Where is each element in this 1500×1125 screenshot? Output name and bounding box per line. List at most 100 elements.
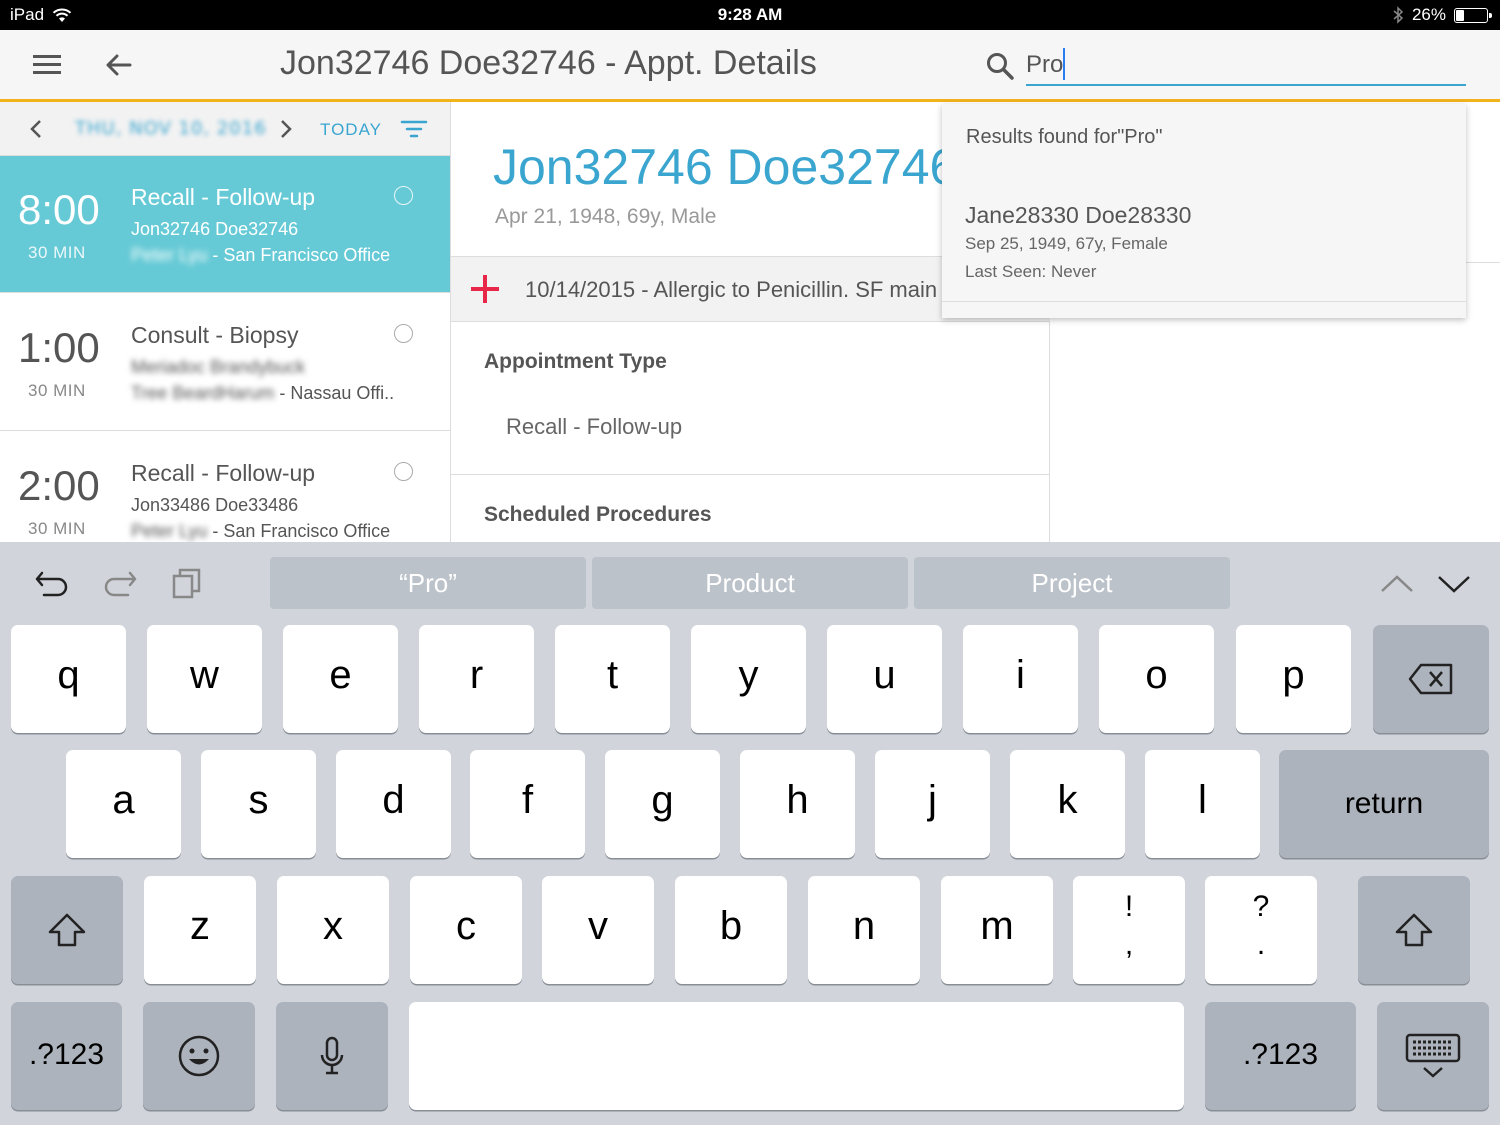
space-key[interactable] bbox=[409, 1002, 1184, 1110]
key-g[interactable]: g bbox=[605, 750, 720, 858]
dictation-key[interactable] bbox=[276, 1002, 388, 1110]
key-q[interactable]: q bbox=[11, 625, 126, 733]
shift-key-right[interactable] bbox=[1358, 876, 1470, 984]
key-l[interactable]: l bbox=[1145, 750, 1260, 858]
search-input[interactable] bbox=[1026, 46, 1466, 86]
patient-name: Jon32746 Doe32746 bbox=[493, 139, 958, 195]
shift-key-left[interactable] bbox=[11, 876, 123, 984]
paste-icon[interactable] bbox=[168, 563, 208, 603]
appointment-radio[interactable] bbox=[394, 462, 413, 481]
key-f[interactable]: f bbox=[470, 750, 585, 858]
search-results-heading: Results found for"Pro" bbox=[966, 126, 1163, 148]
chevron-down-icon[interactable] bbox=[1434, 563, 1474, 603]
chevron-right-icon[interactable] bbox=[275, 114, 297, 144]
key-question-period[interactable]: ? . bbox=[1205, 876, 1317, 984]
dismiss-keyboard-key[interactable] bbox=[1377, 1002, 1489, 1110]
back-arrow-icon[interactable] bbox=[102, 48, 136, 82]
key-c[interactable]: c bbox=[410, 876, 522, 984]
shift-icon bbox=[1395, 913, 1433, 947]
search-icon bbox=[987, 53, 1014, 80]
return-key[interactable]: return bbox=[1279, 750, 1489, 858]
appointment-provider: Peter Lyu bbox=[131, 521, 208, 541]
key-b[interactable]: b bbox=[675, 876, 787, 984]
search-result-item[interactable]: Jane28330 Doe28330 Sep 25, 1949, 67y, Fe… bbox=[942, 190, 1466, 302]
appointment-location: Peter Lyu - San Francisco Office bbox=[131, 521, 390, 542]
key-k[interactable]: k bbox=[1010, 750, 1125, 858]
appointment-provider: Tree BeardHarum bbox=[131, 383, 275, 403]
key-j[interactable]: j bbox=[875, 750, 990, 858]
key-p[interactable]: p bbox=[1236, 625, 1351, 733]
appointment-location: Peter Lyu - San Francisco Office bbox=[131, 245, 390, 266]
suggestion-0[interactable]: “Pro” bbox=[270, 557, 586, 609]
medical-alert-plus-icon[interactable] bbox=[468, 272, 502, 306]
key-u[interactable]: u bbox=[827, 625, 942, 733]
appointment-office: - Nassau Offi.. bbox=[274, 383, 395, 403]
key-y[interactable]: y bbox=[691, 625, 806, 733]
chevron-left-icon[interactable] bbox=[25, 114, 47, 144]
key-t[interactable]: t bbox=[555, 625, 670, 733]
on-screen-keyboard: “Pro” Product Project q w e r t y u i o … bbox=[0, 542, 1500, 1125]
suggestion-1[interactable]: Product bbox=[592, 557, 908, 609]
key-i[interactable]: i bbox=[963, 625, 1078, 733]
numbers-key-left[interactable]: .?123 bbox=[11, 1002, 122, 1110]
current-date[interactable]: THU, NOV 10, 2016 bbox=[75, 118, 267, 139]
bluetooth-icon bbox=[1393, 6, 1404, 24]
result-name: Jane28330 Doe28330 bbox=[965, 202, 1192, 228]
backspace-key[interactable] bbox=[1373, 625, 1489, 733]
appointment-type-section: Appointment Type Recall - Follow-up bbox=[451, 322, 1050, 475]
appointment-office: - San Francisco Office bbox=[207, 521, 391, 541]
keyboard-dismiss-icon bbox=[1405, 1033, 1461, 1078]
backspace-icon bbox=[1408, 663, 1453, 695]
key-o[interactable]: o bbox=[1099, 625, 1214, 733]
appointment-time: 2:00 bbox=[18, 462, 100, 509]
appointment-radio[interactable] bbox=[394, 324, 413, 343]
appointment-type: Recall - Follow-up bbox=[131, 184, 316, 210]
key-h[interactable]: h bbox=[740, 750, 855, 858]
appointment-type: Consult - Biopsy bbox=[131, 322, 299, 348]
key-s[interactable]: s bbox=[201, 750, 316, 858]
key-v[interactable]: v bbox=[542, 876, 654, 984]
appointment-time: 8:00 bbox=[18, 186, 100, 233]
key-n[interactable]: n bbox=[808, 876, 920, 984]
appointment-duration: 30 MIN bbox=[28, 381, 86, 400]
patient-info: Apr 21, 1948, 69y, Male bbox=[495, 205, 717, 228]
redo-icon[interactable] bbox=[100, 563, 140, 603]
today-button[interactable]: TODAY bbox=[320, 120, 382, 140]
key-exclaim-comma[interactable]: ! , bbox=[1073, 876, 1185, 984]
key-z[interactable]: z bbox=[144, 876, 256, 984]
chevron-up-icon[interactable] bbox=[1377, 563, 1417, 603]
shift-icon bbox=[48, 913, 86, 947]
key-w[interactable]: w bbox=[147, 625, 262, 733]
appointment-office: - San Francisco Office bbox=[207, 245, 391, 265]
appointment-type: Recall - Follow-up bbox=[131, 460, 316, 486]
appointment-location: Tree BeardHarum - Nassau Offi.. bbox=[131, 383, 394, 404]
appointment-item-2[interactable]: 2:00 30 MIN Recall - Follow-up Jon33486 … bbox=[0, 432, 450, 542]
key-m[interactable]: m bbox=[941, 876, 1053, 984]
status-bar: iPad 9:28 AM 26% bbox=[0, 0, 1500, 30]
appointment-radio[interactable] bbox=[394, 186, 413, 205]
app-header: Jon32746 Doe32746 - Appt. Details bbox=[0, 30, 1500, 102]
scheduled-procedures-section: Scheduled Procedures bbox=[451, 475, 1050, 542]
result-last-seen: Last Seen: Never bbox=[965, 262, 1097, 281]
numbers-key-right[interactable]: .?123 bbox=[1205, 1002, 1356, 1110]
emoji-key[interactable] bbox=[143, 1002, 255, 1110]
suggestion-2[interactable]: Project bbox=[914, 557, 1230, 609]
menu-icon[interactable] bbox=[33, 55, 61, 75]
key-x[interactable]: x bbox=[277, 876, 389, 984]
appointment-item-0[interactable]: 8:00 30 MIN Recall - Follow-up Jon32746 … bbox=[0, 156, 450, 293]
page-title: Jon32746 Doe32746 - Appt. Details bbox=[280, 44, 817, 82]
appointment-patient: Jon33486 Doe33486 bbox=[131, 495, 299, 515]
key-e[interactable]: e bbox=[283, 625, 398, 733]
appointment-time: 1:00 bbox=[18, 324, 100, 371]
filter-icon[interactable] bbox=[400, 116, 428, 142]
appointment-item-1[interactable]: 1:00 30 MIN Consult - Biopsy Meriadoc Br… bbox=[0, 294, 450, 431]
key-a[interactable]: a bbox=[66, 750, 181, 858]
key-r[interactable]: r bbox=[419, 625, 534, 733]
appointment-type-value: Recall - Follow-up bbox=[506, 414, 683, 439]
status-time: 9:28 AM bbox=[717, 5, 783, 24]
appointment-duration: 30 MIN bbox=[28, 519, 86, 538]
undo-icon[interactable] bbox=[32, 563, 72, 603]
appointment-patient: Meriadoc Brandybuck bbox=[131, 357, 306, 377]
date-navigation: THU, NOV 10, 2016 TODAY bbox=[0, 102, 450, 156]
key-d[interactable]: d bbox=[336, 750, 451, 858]
